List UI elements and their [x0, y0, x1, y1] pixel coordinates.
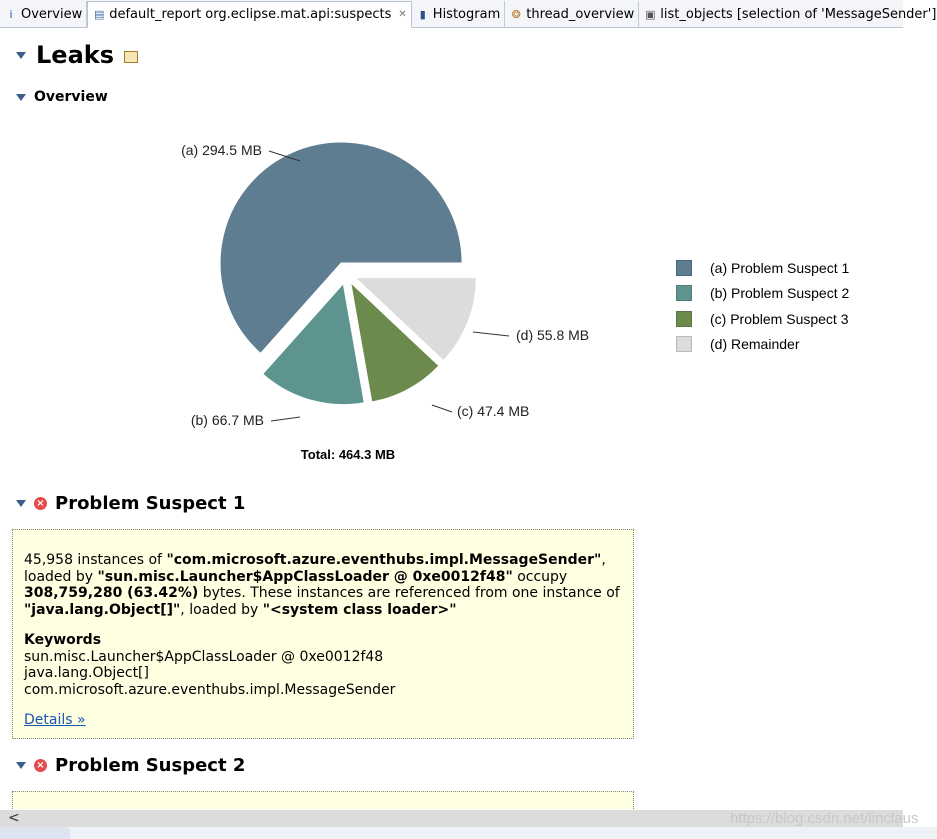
tab-0[interactable]: i Overview — [0, 1, 88, 27]
description-part: bytes. These instances are referenced fr… — [198, 585, 620, 601]
description-bold-part: "sun.misc.Launcher$AppClassLoader @ 0xe0… — [97, 568, 513, 585]
description-bold-part: "java.lang.Object[]" — [24, 601, 181, 618]
description-part: 45,958 instances of — [24, 552, 167, 568]
report-content: Leaks Overview (a) 294.5 MB (b) 66.7 MB (c… — [0, 29, 903, 809]
keyword-item: sun.misc.Launcher$AppClassLoader @ 0xe00… — [24, 648, 384, 665]
description-part: , loaded by — [180, 601, 263, 618]
tab-label: thread_overview — [526, 6, 635, 22]
close-tab-icon[interactable]: ✕ — [398, 9, 406, 20]
list-icon: ▣ — [645, 7, 656, 21]
scroll-left-icon[interactable]: < — [8, 810, 20, 827]
tab-2[interactable]: ▮ Histogram — [412, 1, 506, 27]
tab-1[interactable]: ▤ default_report org.eclipse.mat.api:susp… — [87, 1, 412, 28]
legend-item: (b) Problem Suspect 2 — [676, 281, 849, 307]
chart-total: Total: 464.3 MB — [301, 447, 395, 462]
description-bold-part: "com.microsoft.azure.eventhubs.impl.Mess… — [166, 552, 602, 568]
description-bold-part: 308,759,280 (63.42%) — [24, 585, 199, 601]
legend-swatch — [676, 285, 692, 302]
suspect-description: 45,958 instances of "com.microsoft.azure… — [24, 552, 633, 618]
slice-leader-line — [472, 331, 510, 337]
thread-icon: ❂ — [511, 7, 521, 21]
description-part: occupy — [512, 568, 568, 585]
slice-label: (a) 294.5 MB — [181, 142, 262, 158]
keywords-title: Keywords — [24, 632, 102, 648]
slice-leader-line — [270, 416, 301, 422]
watermark: https://blog.csdn.net/linclaus — [730, 810, 919, 827]
legend-item: (a) Problem Suspect 1 — [676, 255, 849, 281]
tab-label: list_objects [selection of 'MessageSende… — [660, 6, 937, 22]
problem-suspect-1-heading[interactable]: × Problem Suspect 1 — [16, 493, 245, 514]
tab-label: Overview — [21, 6, 83, 22]
details-link[interactable]: Details » — [24, 712, 633, 729]
tab-label: Histogram — [432, 6, 501, 22]
collapse-twisty-icon[interactable] — [16, 762, 26, 769]
collapse-twisty-icon[interactable] — [16, 500, 26, 507]
legend-item: (d) Remainder — [676, 332, 849, 358]
description-bold-part: "<system class loader>" — [262, 601, 457, 618]
editor-tab-bar: i Overview ▤ default_report org.eclipse.mat… — [0, 0, 936, 28]
problem-suspect-1-title: Problem Suspect 1 — [55, 493, 246, 514]
problem-suspect-2-title: Problem Suspect 2 — [55, 755, 246, 776]
histogram-icon: ▮ — [419, 7, 426, 21]
error-icon: × — [34, 497, 47, 510]
legend-swatch — [676, 336, 692, 353]
legend-item: (c) Problem Suspect 3 — [676, 306, 849, 332]
problem-suspect-2-box — [12, 791, 634, 809]
problem-suspect-2-heading[interactable]: × Problem Suspect 2 — [16, 755, 245, 776]
tab-3[interactable]: ❂ thread_overview — [505, 1, 640, 27]
legend-label: (d) Remainder — [710, 336, 800, 353]
legend-label: (a) Problem Suspect 1 — [710, 259, 850, 276]
slice-label: (d) 55.8 MB — [516, 327, 589, 343]
error-icon: × — [34, 759, 47, 772]
problem-suspect-1-box: 45,958 instances of "com.microsoft.azure… — [12, 529, 634, 739]
keyword-item: java.lang.Object[] — [24, 665, 149, 681]
slice-label: (b) 66.7 MB — [191, 412, 264, 428]
legend-swatch — [676, 310, 692, 327]
info-icon: i — [9, 7, 13, 21]
status-bar — [0, 827, 937, 839]
tab-4[interactable]: ▣ list_objects [selection of 'MessageSend… — [639, 1, 937, 27]
report-icon: ▤ — [94, 8, 105, 21]
chart-legend: (a) Problem Suspect 1 (b) Problem Suspect… — [676, 255, 849, 357]
legend-label: (b) Problem Suspect 2 — [710, 285, 850, 302]
slice-label: (c) 47.4 MB — [457, 403, 529, 419]
keyword-item: com.microsoft.azure.eventhubs.impl.Messa… — [24, 681, 396, 698]
slice-leader-line — [431, 404, 453, 413]
tab-label: default_report org.eclipse.mat.api:suspe… — [109, 7, 392, 22]
legend-swatch — [676, 259, 692, 276]
legend-label: (c) Problem Suspect 3 — [710, 310, 849, 327]
